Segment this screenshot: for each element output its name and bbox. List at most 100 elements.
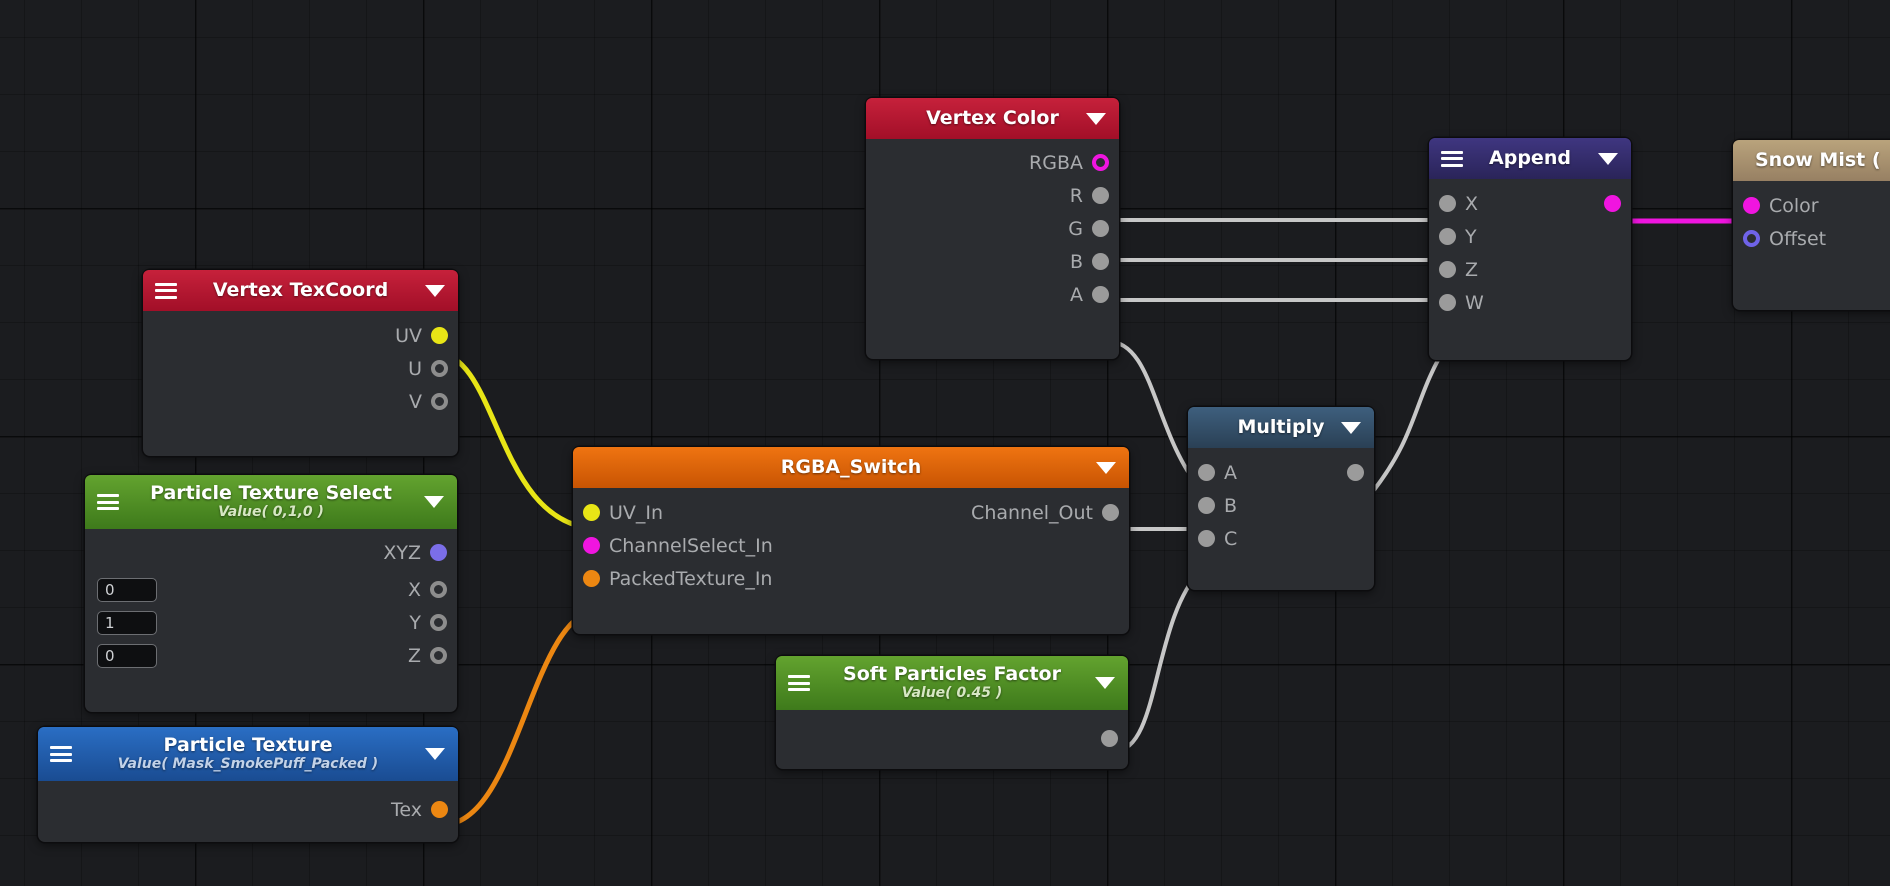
chevron-down-icon[interactable] xyxy=(424,496,444,508)
value-input-y[interactable] xyxy=(97,610,157,635)
port-label: B xyxy=(1224,494,1238,517)
port-dot-uv[interactable] xyxy=(431,327,448,344)
input-port-c[interactable]: C xyxy=(1188,522,1374,555)
chevron-down-icon[interactable] xyxy=(425,284,445,297)
input-port-b[interactable]: B xyxy=(1188,489,1374,522)
chevron-down-icon[interactable] xyxy=(1096,461,1116,474)
port-label-channel-out: Channel_Out xyxy=(971,501,1093,524)
port-dot-y[interactable] xyxy=(430,614,447,631)
output-port-a[interactable]: A xyxy=(866,278,1119,311)
value-input-x[interactable] xyxy=(97,577,157,602)
node-header-vertex-texcoord[interactable]: Vertex TexCoord xyxy=(143,270,458,311)
port-dot-uv-in[interactable] xyxy=(583,504,600,521)
port-dot-u[interactable] xyxy=(431,360,448,377)
node-vertex-texcoord[interactable]: Vertex TexCoord UV U V xyxy=(143,270,458,456)
output-port-xyz[interactable]: XYZ xyxy=(85,536,457,569)
menu-icon[interactable] xyxy=(97,494,119,510)
port-dot-v[interactable] xyxy=(431,393,448,410)
node-header-particle-texture-select[interactable]: Particle Texture Select Value( 0,1,0 ) xyxy=(85,475,457,529)
port-dot-append-out[interactable] xyxy=(1604,195,1621,212)
port-dot-y-in[interactable] xyxy=(1439,228,1456,245)
port-dot-channelselect-in[interactable] xyxy=(583,537,600,554)
node-particle-texture[interactable]: Particle Texture Value( Mask_SmokePuff_P… xyxy=(38,727,458,842)
output-port-uv[interactable]: UV xyxy=(143,319,458,352)
input-port-packedtexture-in[interactable]: PackedTexture_In xyxy=(573,562,1129,595)
node-title: Multiply xyxy=(1237,415,1325,438)
menu-icon[interactable] xyxy=(155,282,177,299)
node-header-vertex-color[interactable]: Vertex Color xyxy=(866,98,1119,139)
node-body-append: X Y Z W xyxy=(1429,179,1631,319)
port-dot-channel-out[interactable] xyxy=(1102,504,1119,521)
port-dot-r[interactable] xyxy=(1092,187,1109,204)
port-dot-x-in[interactable] xyxy=(1439,195,1456,212)
output-port-v[interactable]: V xyxy=(143,385,458,418)
node-header-rgba-switch[interactable]: RGBA_Switch xyxy=(573,447,1129,488)
port-dot-offset[interactable] xyxy=(1743,230,1760,247)
output-port-rgba[interactable]: RGBA xyxy=(866,146,1119,179)
node-append[interactable]: Append X Y Z W xyxy=(1429,138,1631,360)
node-graph-canvas[interactable]: Vertex TexCoord UV U V Particle Texture … xyxy=(0,0,1890,886)
port-dot-tex[interactable] xyxy=(431,801,448,818)
input-port-w[interactable]: W xyxy=(1429,286,1631,319)
node-header-multiply[interactable]: Multiply xyxy=(1188,407,1374,448)
wire-tex-to-packedtexture xyxy=(439,606,604,828)
output-port-r[interactable]: R xyxy=(866,179,1119,212)
input-port-y[interactable]: Y xyxy=(1429,220,1631,253)
port-dot-x[interactable] xyxy=(430,581,447,598)
port-dot-soft-particles-out[interactable] xyxy=(1101,730,1118,747)
port-dot-w-in[interactable] xyxy=(1439,294,1456,311)
output-port-x[interactable]: X xyxy=(85,573,457,606)
output-port-tex[interactable]: Tex xyxy=(38,793,458,826)
port-dot-a[interactable] xyxy=(1092,286,1109,303)
node-body-particle-texture: Tex xyxy=(38,781,458,826)
node-snow-mist[interactable]: Snow Mist ( Color Offset xyxy=(1733,140,1890,310)
port-dot-g[interactable] xyxy=(1092,220,1109,237)
output-port-y[interactable]: Y xyxy=(85,606,457,639)
node-vertex-color[interactable]: Vertex Color RGBA R G B A xyxy=(866,98,1119,359)
port-label: UV xyxy=(395,324,422,347)
chevron-down-icon[interactable] xyxy=(1095,677,1115,689)
menu-icon[interactable] xyxy=(50,746,72,762)
output-port-u[interactable]: U xyxy=(143,352,458,385)
port-dot-multiply-out[interactable] xyxy=(1347,464,1364,481)
chevron-down-icon[interactable] xyxy=(1341,421,1361,434)
port-dot-xyz[interactable] xyxy=(430,544,447,561)
input-port-a[interactable]: A xyxy=(1188,456,1374,489)
node-rgba-switch[interactable]: RGBA_Switch UV_In Channel_Out ChannelSel… xyxy=(573,447,1129,634)
port-dot-z-in[interactable] xyxy=(1439,261,1456,278)
node-subtitle: Value( Mask_SmokePuff_Packed ) xyxy=(117,755,379,772)
node-multiply[interactable]: Multiply A B C xyxy=(1188,407,1374,590)
port-dot-c-in[interactable] xyxy=(1198,530,1215,547)
port-dot-b-in[interactable] xyxy=(1198,497,1215,514)
node-header-particle-texture[interactable]: Particle Texture Value( Mask_SmokePuff_P… xyxy=(38,727,458,781)
node-particle-texture-select[interactable]: Particle Texture Select Value( 0,1,0 ) X… xyxy=(85,475,457,712)
node-header-snow-mist[interactable]: Snow Mist ( xyxy=(1733,140,1890,181)
node-soft-particles-factor[interactable]: Soft Particles Factor Value( 0.45 ) xyxy=(776,656,1128,769)
input-port-x[interactable]: X xyxy=(1429,187,1631,220)
node-body-vertex-color: RGBA R G B A xyxy=(866,139,1119,311)
chevron-down-icon[interactable] xyxy=(1598,152,1618,165)
port-dot-z[interactable] xyxy=(430,647,447,664)
output-port-soft-particles[interactable] xyxy=(776,722,1128,755)
chevron-down-icon[interactable] xyxy=(425,748,445,760)
port-dot-packedtexture-in[interactable] xyxy=(583,570,600,587)
input-port-z[interactable]: Z xyxy=(1429,253,1631,286)
input-port-color[interactable]: Color xyxy=(1733,189,1890,222)
port-dot-rgba[interactable] xyxy=(1092,154,1109,171)
port-dot-b[interactable] xyxy=(1092,253,1109,270)
output-port-b[interactable]: B xyxy=(866,245,1119,278)
input-port-channelselect-in[interactable]: ChannelSelect_In xyxy=(573,529,1129,562)
node-header-soft-particles-factor[interactable]: Soft Particles Factor Value( 0.45 ) xyxy=(776,656,1128,710)
value-input-z[interactable] xyxy=(97,643,157,668)
menu-icon[interactable] xyxy=(1441,150,1463,167)
port-dot-a-in[interactable] xyxy=(1198,464,1215,481)
menu-icon[interactable] xyxy=(788,675,810,691)
input-port-offset[interactable]: Offset xyxy=(1733,222,1890,255)
port-label: ChannelSelect_In xyxy=(609,534,773,557)
output-port-g[interactable]: G xyxy=(866,212,1119,245)
port-dot-color[interactable] xyxy=(1743,197,1760,214)
chevron-down-icon[interactable] xyxy=(1086,112,1106,125)
output-port-z[interactable]: Z xyxy=(85,639,457,672)
node-header-append[interactable]: Append xyxy=(1429,138,1631,179)
input-port-uv-in[interactable]: UV_In Channel_Out xyxy=(573,496,1129,529)
